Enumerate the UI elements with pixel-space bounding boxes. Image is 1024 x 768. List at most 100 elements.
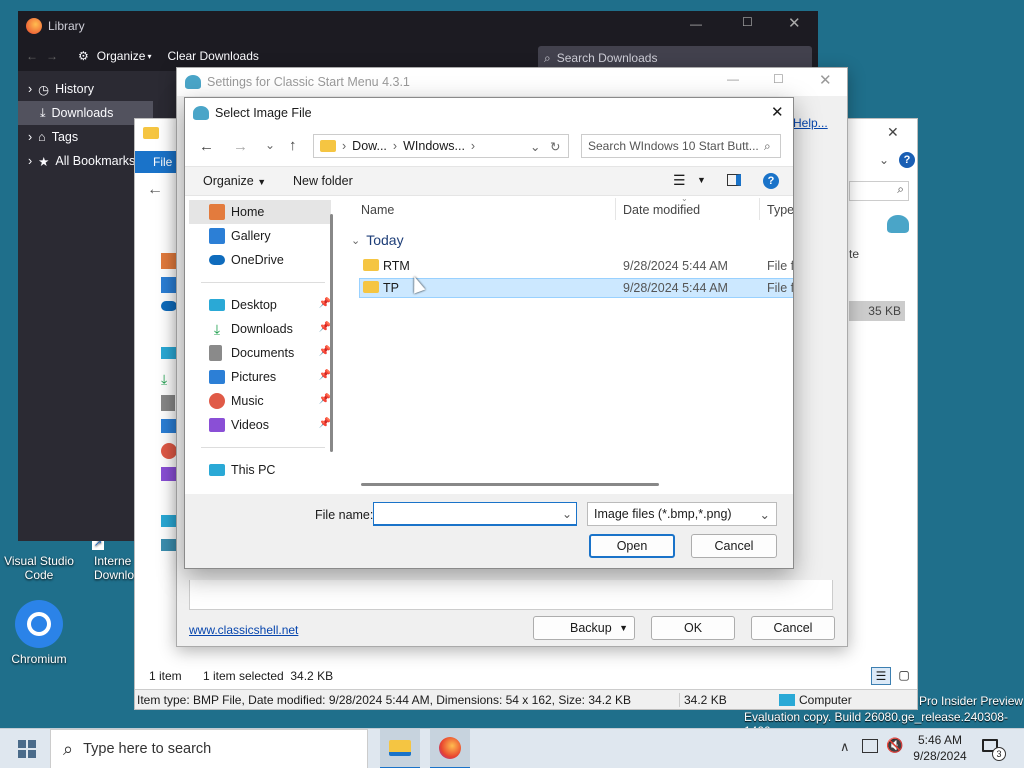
minimize-icon[interactable]: —	[727, 72, 739, 86]
new-folder-button[interactable]: New folder	[293, 174, 353, 188]
back-arrow-icon[interactable]: ←	[26, 49, 38, 63]
filetype-value: Image files (*.bmp,*.png)	[594, 507, 732, 521]
folder-icon	[320, 140, 336, 152]
close-icon[interactable]: ✕	[771, 103, 784, 121]
library-tree-tags[interactable]: › ⌂ Tags	[18, 125, 153, 149]
file-list-hscrollbar[interactable]	[361, 483, 659, 486]
taskbar-firefox[interactable]	[430, 729, 470, 768]
network-icon[interactable]	[862, 739, 878, 753]
settings-cancel-button[interactable]: Cancel	[751, 616, 835, 640]
library-tree-bookmarks[interactable]: › ★ All Bookmarks	[18, 149, 153, 173]
breadcrumb[interactable]: › Dow... › WIndows... › ⌄ ↻	[313, 134, 569, 158]
chevron-right-icon: ›	[28, 154, 33, 168]
nav-thispc[interactable]: This PC	[185, 458, 335, 482]
explorer-close-icon[interactable]: ✕	[887, 124, 899, 141]
file-date: 9/28/2024 5:44 AM	[623, 281, 728, 295]
forward-arrow-icon[interactable]: →	[233, 138, 248, 155]
classicshell-link[interactable]: www.classicshell.net	[189, 623, 298, 637]
taskbar-search[interactable]: ⌕ Type here to search	[50, 729, 368, 768]
maximize-icon[interactable]: ☐	[773, 72, 784, 86]
nav-desktop[interactable]: Desktop 📌	[185, 293, 335, 317]
minimize-icon[interactable]: —	[690, 17, 702, 31]
firefox-icon	[26, 18, 42, 34]
group-header-today[interactable]: ⌄ Today	[351, 232, 404, 248]
desktop-icon-vscode[interactable]: Visual Studio Code	[3, 540, 75, 582]
library-tree-downloads[interactable]: ⤓ Downloads	[18, 101, 153, 125]
chevron-right-icon: ›	[28, 82, 33, 96]
nav-downloads[interactable]: ⤓ Downloads 📌	[185, 317, 335, 341]
details-view-button[interactable]: ☰	[871, 667, 891, 685]
chevron-down-icon[interactable]: ⌄	[530, 139, 540, 154]
desktop-icon-internet-download-label: Interne Downlo	[94, 554, 135, 582]
backup-button[interactable]: Backup ▼	[533, 616, 635, 640]
nav-onedrive[interactable]: OneDrive	[185, 248, 335, 272]
chevron-down-icon: ⌄	[759, 508, 770, 522]
nav-gallery[interactable]: Gallery	[185, 224, 335, 248]
chevron-down-icon[interactable]: ⌄	[562, 507, 572, 521]
desktop-icon-chromium[interactable]: Chromium	[3, 600, 75, 666]
volume-muted-icon[interactable]: 🔇	[886, 737, 903, 754]
refresh-icon[interactable]: ↻	[550, 139, 560, 154]
dialog-search-input[interactable]: Search WIndows 10 Start Butt... ⌕	[581, 134, 781, 158]
close-icon[interactable]: ✕	[819, 71, 832, 89]
file-name: TP	[383, 281, 399, 295]
library-tree-history[interactable]: › ◷ History	[18, 77, 153, 101]
nav-onedrive-label: OneDrive	[231, 253, 284, 267]
group-label: Today	[366, 232, 404, 248]
chevron-down-icon[interactable]: ⌄	[879, 153, 889, 167]
organize-menu[interactable]: Organize ▼	[203, 174, 266, 188]
nav-documents[interactable]: Documents 📌	[185, 341, 335, 365]
nav-videos[interactable]: Videos 📌	[185, 413, 335, 437]
chevron-down-icon: ▾	[147, 51, 152, 61]
help-icon[interactable]: ?	[899, 152, 915, 168]
chromium-icon	[15, 600, 63, 648]
column-name[interactable]: Name	[361, 203, 394, 217]
dialog-cancel-button[interactable]: Cancel	[691, 534, 777, 558]
large-icons-view-button[interactable]: ▢	[895, 667, 913, 685]
taskbar-clock[interactable]: 5:46 AM 9/28/2024	[908, 732, 972, 764]
file-name: RTM	[383, 259, 410, 273]
help-icon[interactable]: ?	[763, 173, 779, 189]
nav-home[interactable]: Home	[189, 200, 331, 224]
nav-pictures[interactable]: Pictures 📌	[185, 365, 335, 389]
close-icon[interactable]: ✕	[788, 14, 801, 32]
organize-menu[interactable]: Organize	[97, 49, 146, 63]
nav-thispc-label: This PC	[231, 463, 276, 477]
nav-scrollbar[interactable]	[330, 214, 333, 452]
file-row-rtm[interactable]: RTM 9/28/2024 5:44 AM File fo	[359, 256, 793, 276]
up-arrow-icon[interactable]: ↑	[289, 137, 297, 154]
breadcrumb-item-windows[interactable]: WIndows...	[403, 139, 465, 153]
notification-button[interactable]: 3	[980, 737, 1006, 761]
filetype-select[interactable]: Image files (*.bmp,*.png) ⌄	[587, 502, 777, 526]
breadcrumb-item-downloads[interactable]: Dow...	[352, 139, 387, 153]
open-button[interactable]: Open	[589, 534, 675, 558]
ok-button[interactable]: OK	[651, 616, 735, 640]
maximize-icon[interactable]: ☐	[742, 15, 753, 29]
explorer-search-icon[interactable]: ⌕	[849, 181, 909, 201]
back-arrow-icon[interactable]: ←	[199, 138, 214, 155]
caret-down-icon: ▼	[619, 623, 628, 633]
help-link[interactable]: Help...	[793, 116, 828, 130]
desktop-icon-internet-download[interactable]: ↗ Interne Downlo	[80, 538, 140, 582]
taskbar: ⌕ Type here to search ∧ 🔇 5:46 AM 9/28/2…	[0, 728, 1024, 768]
start-button[interactable]	[0, 729, 54, 768]
shell-icon	[887, 215, 909, 233]
view-menu-icon[interactable]: ☰	[673, 172, 686, 189]
column-date[interactable]: Date modified	[623, 203, 700, 217]
library-tree-downloads-label: Downloads	[51, 106, 114, 120]
nav-music[interactable]: Music 📌	[185, 389, 335, 413]
chevron-down-icon[interactable]: ⌄	[265, 138, 275, 152]
column-type[interactable]: Type	[767, 203, 793, 217]
preview-pane-icon[interactable]	[727, 174, 741, 186]
caret-down-icon[interactable]: ▼	[697, 175, 706, 185]
downloads-icon: ⤓	[161, 371, 168, 387]
dialog-titlebar: Select Image File ✕	[185, 98, 793, 128]
taskbar-file-explorer[interactable]	[380, 729, 420, 768]
filename-input[interactable]: ⌄	[373, 502, 577, 526]
column-divider	[615, 198, 616, 220]
chevron-up-icon[interactable]: ∧	[840, 739, 850, 755]
onedrive-icon	[161, 301, 177, 311]
forward-arrow-icon[interactable]: →	[46, 49, 58, 63]
clear-downloads-button[interactable]: Clear Downloads	[167, 49, 258, 63]
back-arrow-icon[interactable]: ←	[147, 181, 163, 199]
